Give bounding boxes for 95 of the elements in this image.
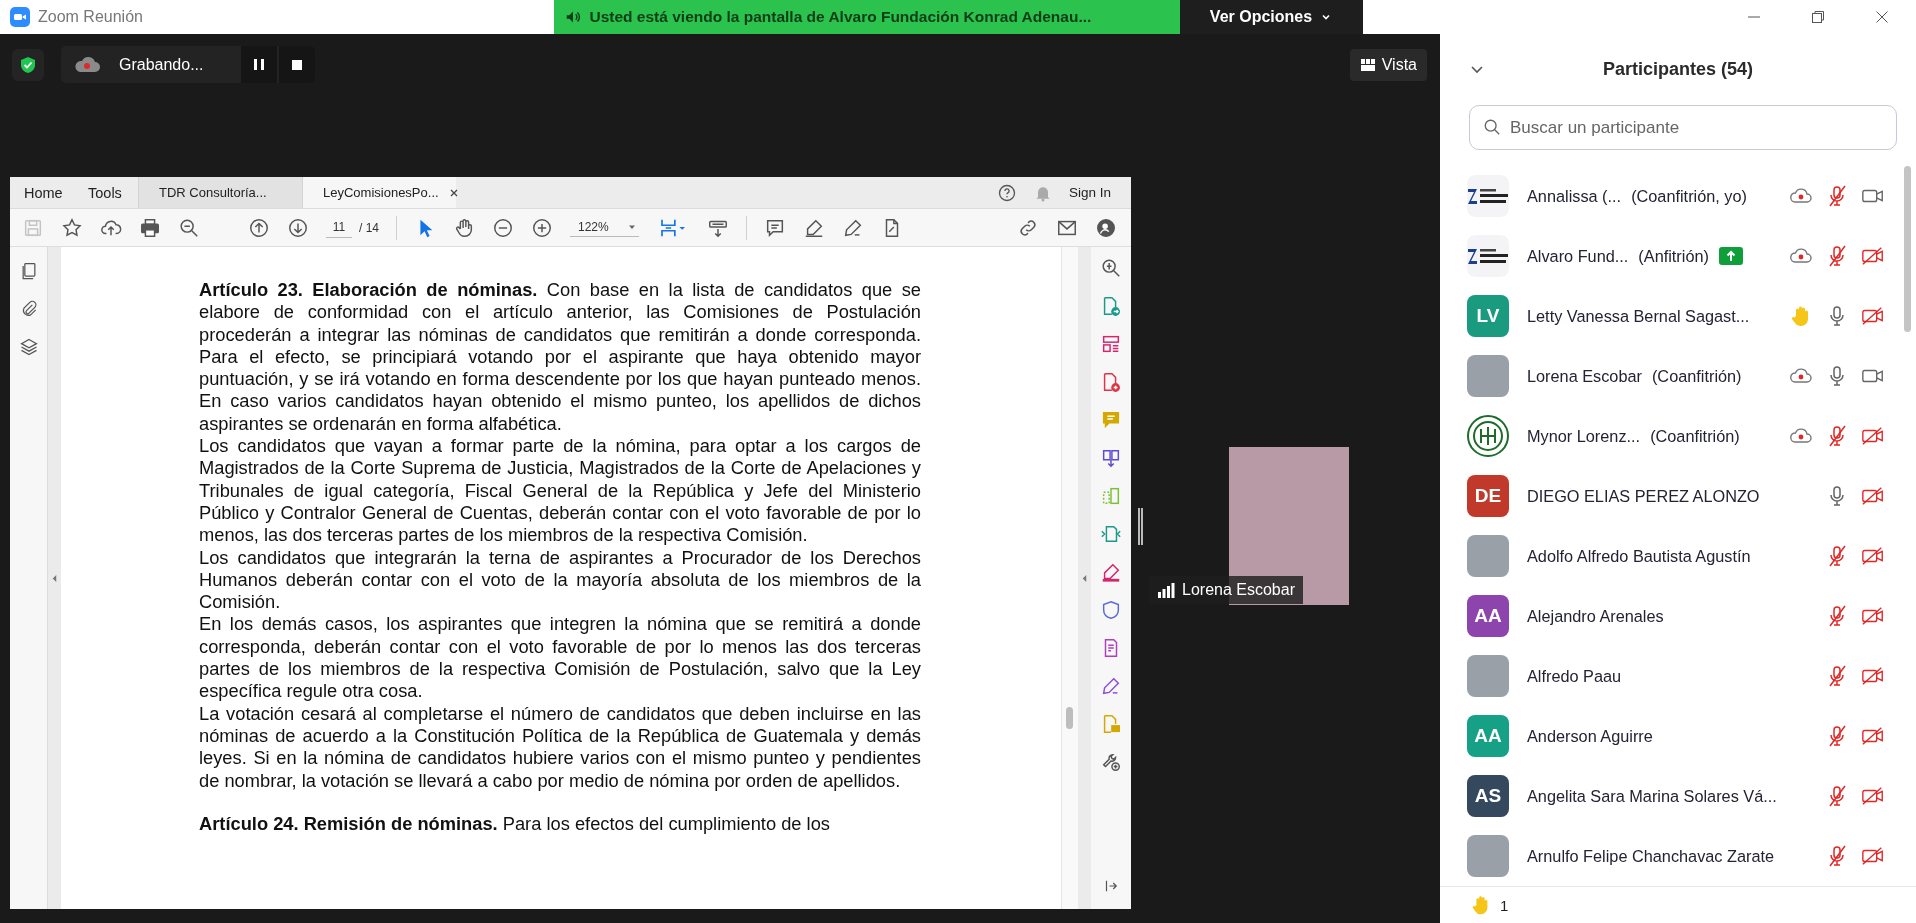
star-icon[interactable] — [61, 216, 83, 239]
scrollbar[interactable] — [1066, 707, 1073, 729]
document-tab[interactable]: TDR Consultoría... — [138, 177, 302, 208]
pause-icon[interactable] — [241, 46, 277, 83]
app-logo-icon — [10, 7, 30, 27]
page-total: / 14 — [359, 220, 379, 235]
participant-name: DIEGO ELIAS PEREZ ALONZO — [1527, 486, 1760, 506]
scrollbar[interactable] — [1904, 166, 1911, 332]
camera-off-icon[interactable] — [1861, 304, 1885, 328]
hand-icon[interactable] — [453, 216, 475, 239]
participant-name: Alejandro Arenales — [1527, 606, 1664, 626]
document-tab[interactable]: LeyComisionesPo... — [302, 177, 456, 208]
view-options-button[interactable]: Ver Opciones — [1179, 0, 1363, 34]
participant-name: Adolfo Alfredo Bautista Agustín — [1527, 546, 1751, 566]
participant-name: Alvaro Fund... — [1527, 246, 1629, 266]
avatar: AS — [1467, 775, 1509, 817]
camera-off-icon[interactable] — [1861, 784, 1885, 808]
drag-handle[interactable] — [1138, 508, 1143, 545]
photo-placeholder — [1467, 535, 1509, 577]
view-button[interactable]: Vista — [1349, 48, 1427, 81]
search-field[interactable]: Buscar un participante — [1469, 105, 1897, 150]
participant-name: Annalissa (... — [1527, 186, 1622, 206]
camera-off-icon[interactable] — [1861, 724, 1885, 748]
shield-icon[interactable] — [1100, 599, 1122, 621]
participant-name: Arnulfo Felipe Chanchavac Zarate — [1527, 846, 1775, 866]
grid-icon — [1359, 56, 1376, 73]
restore-icon[interactable] — [1810, 9, 1826, 25]
camera-off-icon[interactable] — [1861, 844, 1885, 868]
participant-name: Angelita Sara Marina Solares Vá... — [1527, 786, 1777, 806]
camera-off-icon[interactable] — [1861, 604, 1885, 628]
avatar: DE — [1467, 475, 1509, 517]
search-icon[interactable] — [1100, 257, 1122, 279]
add-user-icon[interactable] — [1095, 216, 1117, 239]
layout-icon[interactable] — [1100, 333, 1122, 355]
participant-role: (Coanfitrión) — [1651, 366, 1742, 386]
raised-hands-count: 1 — [1500, 896, 1509, 914]
highlighter-icon[interactable] — [1100, 561, 1122, 583]
photo-placeholder — [1467, 835, 1509, 877]
security-shield-icon[interactable] — [12, 48, 44, 81]
avatar: AA — [1467, 595, 1509, 637]
camera-off-icon[interactable] — [1861, 424, 1885, 448]
wrench-plus-icon[interactable] — [1100, 751, 1122, 773]
next-page-icon[interactable] — [287, 216, 309, 239]
menu-item[interactable]: Tools — [74, 177, 138, 208]
document-paragraph: Los candidatos que vayan a formar parte de la nómina, para optar a los cargos de Magistrados de la Corte Suprema de Justicia, Magistrados de la Corte de Apelaciones y Tribunales de igual categoría, Fiscal General de la República y Jefe del Ministerio Público y Contralor General de Cuentas, deberán contar con el voto favorable de por lo menos, las dos terceras partes de los miembros de la respectiva Comisión. — [199, 435, 921, 547]
seal-logo — [1467, 415, 1509, 457]
zoom-minus-icon[interactable] — [492, 216, 514, 239]
expand-arrow-icon[interactable] — [51, 573, 58, 583]
page-number-field[interactable]: 11 — [326, 217, 352, 238]
participant-name: Letty Vanessa Bernal Sagast... — [1527, 306, 1750, 326]
recording-label: Grabando... — [119, 55, 205, 74]
close-icon[interactable] — [1874, 9, 1890, 25]
signal-icon — [1157, 582, 1175, 598]
stop-icon[interactable] — [279, 46, 315, 83]
camera-off-icon[interactable] — [1861, 544, 1885, 568]
avatar: AA — [1467, 715, 1509, 757]
collapse-arrow-icon[interactable] — [1081, 573, 1088, 583]
document-paragraph: En los demás casos, los aspirantes que integren la nómina que se remitirá a donde corresponda, deberán contar con el voto favorable de por lo menos las dos terceras partes de los miembros de la respectiva Comisión de Postulación, salvo que la Ley específica regule otra cosa. — [199, 613, 921, 703]
pen-icon[interactable] — [1100, 675, 1122, 697]
photo-placeholder — [1467, 655, 1509, 697]
sign-in-link[interactable]: Sign In — [1068, 177, 1131, 208]
organization-logo — [1467, 175, 1509, 217]
participant-role: (Anfitrión) — [1638, 246, 1709, 266]
print-icon[interactable] — [139, 216, 161, 239]
panel-title: Participantes (54) — [1602, 59, 1754, 80]
document-paragraph: Artículo 24. Remisión de nóminas. Para los efectos del cumplimiento de los — [199, 812, 831, 836]
close-icon[interactable] — [448, 187, 459, 198]
document-paragraph: Los candidatos que integrarán la terna de aspirantes a Procurador de los Derechos Humanos deberán contar con el voto de la mayoría absoluta de los miembros de la Comisión. — [199, 546, 921, 614]
participant-name: Lorena Escobar — [1182, 581, 1295, 599]
participant-name: Lorena Escobar — [1527, 366, 1642, 386]
participant-name: Alfredo Paau — [1527, 666, 1622, 686]
camera-off-icon[interactable] — [1861, 484, 1885, 508]
layers-icon[interactable] — [18, 337, 39, 357]
menu-item[interactable]: Home — [10, 177, 74, 208]
help-icon[interactable] — [996, 182, 1017, 203]
zoom-plus-icon[interactable] — [531, 216, 553, 239]
participant-name: Mynor Lorenz... — [1527, 426, 1641, 446]
compress-icon[interactable] — [1100, 523, 1122, 545]
organization-logo — [1467, 235, 1509, 277]
document-paragraph: La votación cesará al completarse el número de candidatos que deben incluirse en las nóminas de acuerdo a la Constitución Política de la República de Guatemala y demás leyes. Si en la nómina de candidatos hubiere varios con el mismo punteo y pendientes de nombrar, la votación se llevará a cabo por medio de nómina por orden de apellidos. — [199, 702, 921, 792]
search-icon — [1483, 118, 1501, 136]
camera-off-icon[interactable] — [1861, 664, 1885, 688]
participant-role: (Coanfitrión) — [1650, 426, 1740, 446]
window-title: Zoom Reunión — [38, 8, 143, 26]
screen-share-banner: Usted está viendo la pantalla de Alvaro Fundación Konrad Adenau... — [553, 0, 1180, 34]
zoom-dropdown[interactable]: 122% — [570, 218, 639, 237]
participant-name: Anderson Aguirre — [1527, 726, 1653, 746]
camera-off-icon[interactable] — [1861, 244, 1885, 268]
combine-icon[interactable] — [1100, 447, 1122, 469]
photo-placeholder — [1467, 355, 1509, 397]
document-paragraph: Artículo 23. Elaboración de nóminas. Con base en la lista de candidatos que se elabore de conformidad con el artículo anterior, las Comisiones de Postulación procederán a integrar las nóminas de candidatos que remitirán a donde corresponda. Para el efecto, se principiará votando por el aspirante que haya obtenido mayor puntuación, y se irá votando en forma descendente por los que hayan punteado menos. En caso varios candidatos hayan obtenido el mismo punteo, los apellidos de dichos aspirantes se ordenarán en forma alfabética. — [199, 279, 921, 436]
cloud-record-icon — [73, 54, 101, 75]
previous-page-icon[interactable] — [248, 216, 270, 239]
avatar: LV — [1467, 295, 1509, 337]
participant-role: (Coanfitrión, yo) — [1631, 186, 1747, 206]
